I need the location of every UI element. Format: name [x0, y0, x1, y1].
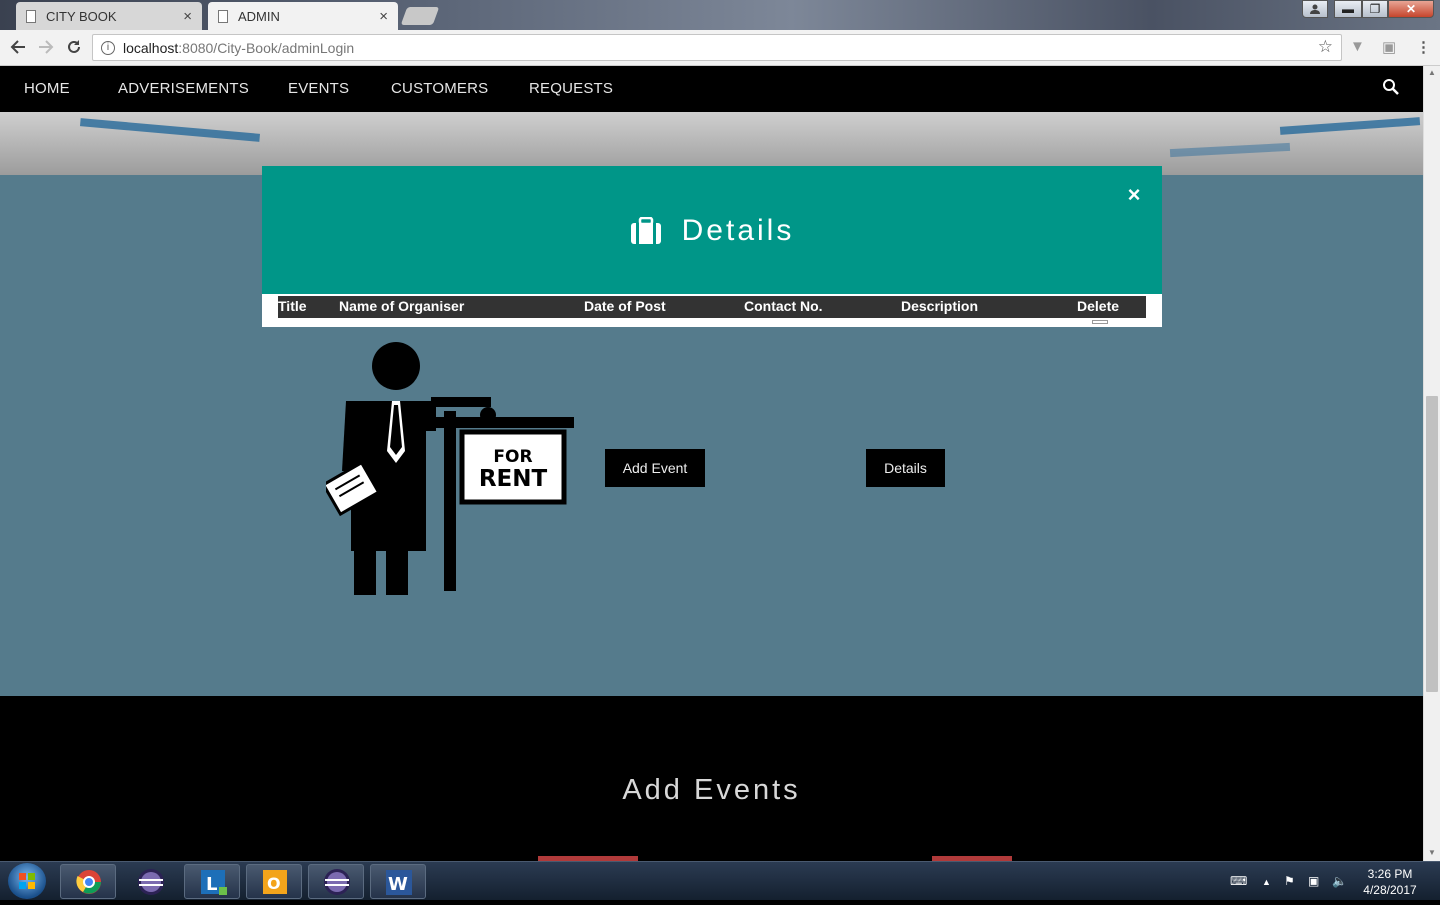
start-button[interactable] — [8, 863, 46, 899]
profile-icon[interactable] — [1302, 0, 1328, 18]
eclipse-taskbar-icon[interactable] — [122, 864, 178, 899]
svg-text:L: L — [206, 874, 217, 895]
outlook-taskbar-icon[interactable]: O — [246, 864, 302, 899]
modal-header: Details × — [262, 166, 1162, 294]
scrollbar-thumb[interactable] — [1426, 396, 1438, 692]
tab-close-icon[interactable]: × — [379, 8, 388, 25]
svg-text:W: W — [388, 874, 408, 895]
taskbar-clock[interactable]: 3:26 PM 4/28/2017 — [1358, 866, 1422, 898]
column-header-organiser: Name of Organiser — [339, 298, 465, 314]
scroll-up-icon[interactable]: ▲ — [1428, 68, 1436, 77]
add-events-section: Add Events — [0, 696, 1423, 861]
table-scroll-handle[interactable] — [1092, 320, 1108, 324]
page-icon — [218, 9, 228, 23]
page-icon — [26, 9, 36, 23]
browser-title-bar: CITY BOOK × ADMIN × ▬ ❐ ✕ — [0, 0, 1440, 30]
sign-text-for: FOR — [493, 447, 532, 467]
close-icon[interactable]: × — [1124, 182, 1144, 208]
section-title: Add Events — [622, 774, 801, 806]
keyboard-icon[interactable]: ⌨ — [1230, 874, 1247, 888]
page-viewport: HOME ADVERISEMENTS EVENTS CUSTOMERS REQU… — [0, 66, 1423, 861]
for-rent-illustration: FOR RENT — [326, 342, 574, 595]
column-header-description: Description — [901, 298, 979, 314]
minimize-button[interactable]: ▬ — [1334, 0, 1362, 18]
tab-admin[interactable]: ADMIN × — [208, 2, 398, 30]
nav-requests[interactable]: REQUESTS — [529, 80, 613, 97]
tab-close-icon[interactable]: × — [183, 8, 192, 25]
extension-box-icon[interactable]: ▣ — [1382, 38, 1396, 56]
column-header-delete: Delete — [1077, 298, 1120, 314]
network-icon[interactable]: ▣ — [1308, 874, 1319, 888]
site-navbar: HOME ADVERISEMENTS EVENTS CUSTOMERS REQU… — [0, 66, 1423, 112]
search-icon[interactable] — [1382, 78, 1402, 98]
word-taskbar-icon[interactable]: W — [370, 864, 426, 899]
details-modal: Details × Title Name of Organiser Date o… — [262, 166, 1162, 327]
forward-icon[interactable] — [36, 38, 56, 61]
tab-label: ADMIN — [238, 8, 280, 24]
modal-title-text: Details — [681, 214, 795, 247]
windows-taskbar: L O W ⌨ ▲ ⚑ ▣ 🔈 3:26 PM 4/28/2017 — [0, 861, 1440, 900]
back-icon[interactable] — [8, 38, 28, 61]
page-scrollbar[interactable]: ▲ ▼ — [1423, 66, 1440, 861]
clock-time: 3:26 PM — [1367, 867, 1413, 881]
clock-date: 4/28/2017 — [1363, 883, 1417, 897]
url-path: :8080/City-Book/adminLogin — [178, 39, 355, 56]
nav-customers[interactable]: CUSTOMERS — [391, 80, 488, 97]
modal-title: Details — [262, 214, 1162, 248]
reload-icon[interactable] — [64, 38, 84, 61]
scroll-down-icon[interactable]: ▼ — [1428, 848, 1436, 857]
info-icon[interactable]: i — [101, 40, 115, 55]
tab-city-book[interactable]: CITY BOOK × — [16, 2, 202, 30]
new-tab-button[interactable] — [400, 7, 440, 25]
lync-taskbar-icon[interactable]: L — [184, 864, 240, 899]
nav-home[interactable]: HOME — [24, 80, 70, 97]
volume-icon[interactable]: 🔈 — [1332, 874, 1347, 888]
flag-icon[interactable]: ⚑ — [1284, 874, 1295, 888]
nav-advertisements[interactable]: ADVERISEMENTS — [118, 80, 249, 97]
eclipse2-taskbar-icon[interactable] — [308, 864, 364, 899]
chrome-taskbar-icon[interactable] — [60, 864, 116, 899]
url-host: localhost — [123, 39, 179, 56]
column-header-date: Date of Post — [584, 298, 666, 314]
details-button[interactable]: Details — [866, 449, 945, 487]
extension-icon[interactable]: ▼ — [1350, 38, 1365, 55]
sign-text-rent: RENT — [479, 466, 548, 492]
maximize-button[interactable]: ❐ — [1362, 0, 1388, 18]
nav-events[interactable]: EVENTS — [288, 80, 349, 97]
menu-icon[interactable]: ⋮ — [1416, 38, 1431, 56]
star-icon[interactable]: ☆ — [1318, 37, 1333, 57]
svg-text:O: O — [267, 874, 281, 893]
details-table-header: Title Name of Organiser Date of Post Con… — [278, 296, 1146, 318]
browser-toolbar: i localhost:8080/City-Book/adminLogin ☆ … — [0, 30, 1440, 66]
address-bar[interactable]: i localhost:8080/City-Book/adminLogin ☆ — [92, 34, 1342, 61]
show-hidden-icons[interactable]: ▲ — [1262, 877, 1271, 887]
briefcase-icon — [630, 217, 661, 244]
close-window-button[interactable]: ✕ — [1388, 0, 1434, 18]
column-header-contact: Contact No. — [744, 298, 823, 314]
column-header-title: Title — [278, 298, 307, 314]
add-event-button[interactable]: Add Event — [605, 449, 705, 487]
tab-label: CITY BOOK — [46, 8, 117, 24]
